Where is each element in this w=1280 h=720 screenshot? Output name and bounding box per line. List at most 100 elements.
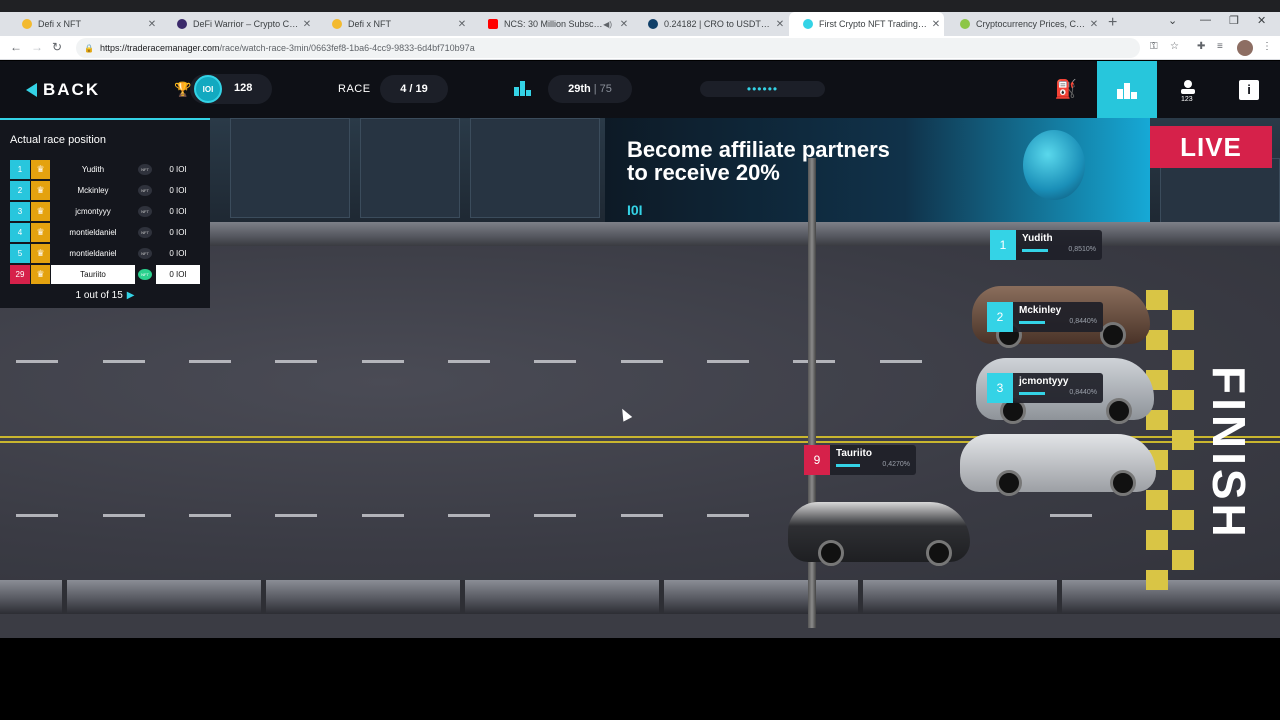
rank-value: 29th (568, 83, 591, 95)
lane-marker (621, 514, 663, 517)
race-view-button[interactable] (1097, 61, 1157, 118)
leaderboard-row-player[interactable]: 29 ♛ Tauriito NFT 0 IOI (10, 265, 200, 284)
car-rank: 9 (804, 445, 830, 475)
rank-total: | 75 (593, 83, 612, 95)
back-arrow-icon[interactable]: ← (10, 40, 22, 54)
leaderboard-row[interactable]: 5 ♛ montieldaniel NFT 0 IOI (10, 244, 200, 263)
row-value: 0 IOI (169, 249, 187, 258)
row-value: 0 IOI (169, 165, 187, 174)
row-name: montieldaniel (69, 249, 117, 258)
close-icon[interactable]: ✕ (616, 19, 632, 30)
browser-tab-bar: Defi x NFT ✕ DeFi Warrior – Crypto Chara… (0, 0, 1280, 36)
car-progress-bar (1022, 249, 1048, 252)
nft-badge: NFT (138, 206, 152, 217)
banner-headline: Become affiliate partners to receive 20% (627, 138, 890, 184)
guardrail-post (659, 580, 664, 614)
key-icon[interactable]: ⚿ (1150, 41, 1158, 52)
live-badge: LIVE (1150, 126, 1272, 168)
user-ranking-icon: 123 (1181, 79, 1195, 101)
forward-arrow-icon[interactable]: → (31, 40, 43, 54)
leaderboard-row[interactable]: 3 ♛ jcmontyyy NFT 0 IOI (10, 202, 200, 221)
guardrail-post (1057, 580, 1062, 614)
tab-search-icon[interactable]: ⌄ (1168, 14, 1177, 27)
tab-favicon-icon (960, 19, 970, 29)
coin-icon: IOI (194, 75, 222, 103)
browser-tab[interactable]: Defi x NFT ✕ (318, 12, 470, 36)
maximize-icon[interactable]: ❐ (1229, 14, 1239, 27)
lane-marker (707, 514, 749, 517)
tab-title: Defi x NFT (348, 19, 392, 29)
tab-favicon-icon (332, 19, 342, 29)
minimize-icon[interactable]: — (1200, 14, 1211, 26)
fuel-button[interactable]: ⛽ (1036, 61, 1096, 118)
car-percent: 0,8510% (1068, 246, 1096, 253)
banner-line-2: to receive 20% (627, 160, 780, 185)
browser-tab-active[interactable]: First Crypto NFT Trading Game ✕ (789, 12, 944, 36)
browser-tab[interactable]: 0.24182 | CRO to USDT | CROUS ✕ (634, 12, 788, 36)
close-icon[interactable]: ✕ (1086, 19, 1102, 30)
game-header: BACK 🏆 IOI 128 RACE 4 / 19 29th | 75 •••… (0, 61, 1280, 118)
close-icon[interactable]: ✕ (144, 19, 160, 30)
reading-list-icon[interactable]: ≡ (1217, 41, 1223, 52)
menu-dots-icon[interactable]: ⋮ (1262, 41, 1272, 52)
crown-icon: ♛ (31, 202, 50, 221)
car-rank: 3 (987, 373, 1013, 403)
row-name: Yudith (81, 165, 105, 174)
leaderboard-row[interactable]: 1 ♛ Yudith NFT 0 IOI (10, 160, 200, 179)
browser-tab[interactable]: NCS: 30 Million Subscriber ◀) ✕ (474, 12, 632, 36)
row-value: 0 IOI (169, 186, 187, 195)
car-label: 2 Mckinley 0,8440% (987, 302, 1103, 332)
lane-marker (621, 360, 663, 363)
back-button[interactable]: BACK (26, 80, 100, 100)
info-button[interactable]: i (1219, 61, 1279, 118)
car-progress-bar (1019, 392, 1045, 395)
bottom-guardrail (0, 580, 1280, 614)
tab-favicon-icon (22, 19, 32, 29)
browser-tab[interactable]: DeFi Warrior – Crypto Character ✕ (163, 12, 315, 36)
next-page-icon[interactable]: ▶ (127, 290, 135, 301)
speaker-icon[interactable]: ◀) (603, 20, 612, 29)
guardrail-post (460, 580, 465, 614)
new-tab-icon[interactable]: + (1108, 14, 1117, 32)
close-icon[interactable]: ✕ (454, 19, 470, 30)
crown-icon: ♛ (31, 181, 50, 200)
leaderboard-row[interactable]: 4 ♛ montieldaniel NFT 0 IOI (10, 223, 200, 242)
top-guardrail (210, 222, 1280, 246)
tab-title: Defi x NFT (38, 19, 82, 29)
browser-tab[interactable]: Defi x NFT ✕ (8, 12, 160, 36)
podium-icon (514, 80, 532, 96)
svg-text:123: 123 (1181, 96, 1193, 101)
leaderboard-button[interactable]: 123 (1158, 61, 1218, 118)
tab-favicon-icon (648, 19, 658, 29)
close-icon[interactable]: ✕ (772, 19, 788, 30)
row-name: jcmontyyy (75, 207, 111, 216)
panel-title: Actual race position (10, 134, 106, 146)
loading-indicator: •••••• (700, 81, 825, 97)
nft-badge: NFT (138, 269, 152, 280)
row-rank: 1 (10, 160, 30, 179)
close-icon[interactable]: ✕ (299, 19, 315, 30)
reload-icon[interactable]: ↻ (52, 40, 62, 54)
leaderboard-row[interactable]: 2 ♛ Mckinley NFT 0 IOI (10, 181, 200, 200)
race-car (788, 502, 970, 566)
url-field[interactable]: 🔒 https://traderacemanager.com/race/watc… (76, 38, 1140, 58)
guardrail-post (858, 580, 863, 614)
coin-stack-icon (1023, 130, 1085, 200)
browser-tab[interactable]: Cryptocurrency Prices, Charts, a ✕ (946, 12, 1102, 36)
row-rank: 3 (10, 202, 30, 221)
tab-favicon-icon (488, 19, 498, 29)
profile-avatar[interactable] (1237, 40, 1253, 56)
affiliate-banner[interactable]: Become affiliate partners to receive 20%… (605, 118, 1150, 224)
star-icon[interactable]: ☆ (1170, 41, 1179, 52)
tab-title: NCS: 30 Million Subscriber (504, 19, 604, 29)
extensions-icon[interactable]: ✚ (1197, 41, 1205, 52)
fuel-pump-icon: ⛽ (1054, 79, 1078, 99)
close-icon[interactable]: ✕ (928, 19, 944, 30)
banner-line-1: Become affiliate partners (627, 137, 890, 162)
car-driver-name: Mckinley (1019, 305, 1062, 316)
nft-badge: NFT (138, 227, 152, 238)
close-window-icon[interactable]: ✕ (1257, 14, 1266, 27)
banner-logo: I0I (627, 202, 643, 218)
lane-marker (448, 360, 490, 363)
car-driver-name: Tauriito (836, 448, 872, 459)
